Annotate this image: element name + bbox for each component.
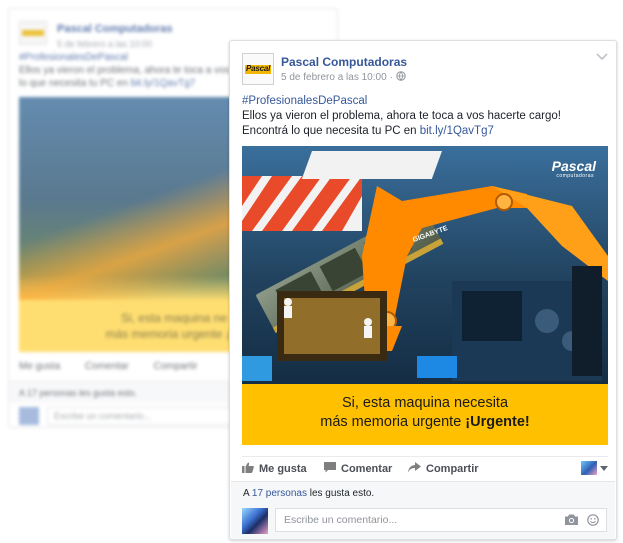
- thumbs-up-icon: [242, 462, 254, 476]
- comment-composer: [231, 505, 615, 539]
- background-avatar: [19, 407, 39, 425]
- comment-box: [275, 508, 607, 532]
- comment-bubble-icon: [324, 462, 336, 476]
- comment-input[interactable]: [276, 509, 562, 531]
- image-brand-logo: Pascal: [551, 158, 596, 174]
- post-timestamp[interactable]: 5 de febrero a las 10:00 ·: [281, 71, 406, 84]
- likes-suffix: les gusta esto.: [306, 488, 375, 499]
- post-options-chevron-icon[interactable]: [596, 53, 608, 63]
- background-page-name: Pascal Computadoras: [57, 23, 173, 35]
- caret-down-icon: [600, 462, 608, 474]
- share-arrow-icon: [408, 462, 421, 476]
- user-avatar[interactable]: [242, 508, 268, 534]
- post-as-avatar: [581, 461, 597, 475]
- caption-line2: más memoria urgente ¡Urgente!: [242, 413, 608, 432]
- hashtag-link[interactable]: #ProfesionalesDePascal: [242, 94, 608, 109]
- separator-dot: ·: [389, 72, 393, 83]
- background-page-logo: [19, 21, 47, 45]
- page-logo[interactable]: Pascal: [242, 53, 274, 85]
- background-post-date: 5 de febrero a las 10:00: [57, 39, 153, 49]
- likes-summary: A 17 personas les gusta esto.: [231, 481, 615, 505]
- background-share: Compartir: [153, 361, 198, 372]
- logo-text: Pascal: [246, 64, 271, 73]
- background-like: Me gusta: [19, 361, 61, 372]
- share-label: Compartir: [426, 463, 479, 475]
- page-name-link[interactable]: Pascal Computadoras: [281, 55, 407, 69]
- share-button[interactable]: Compartir: [408, 462, 479, 476]
- image-caption: Si, esta maquina necesita más memoria ur…: [242, 384, 608, 445]
- caption-line2-text: más memoria urgente: [320, 414, 466, 430]
- like-button[interactable]: Me gusta: [242, 462, 307, 476]
- caption-emphasis: ¡Urgente!: [465, 414, 530, 430]
- comment-button[interactable]: Comentar: [324, 462, 392, 476]
- image-brand-subtitle: computadoras: [556, 173, 594, 179]
- likes-count-link[interactable]: 17 personas: [252, 488, 307, 499]
- post-card: Pascal Pascal Computadoras 5 de febrero …: [229, 40, 617, 540]
- emoji-icon[interactable]: [587, 514, 599, 529]
- globe-icon: [396, 71, 406, 84]
- like-label: Me gusta: [259, 463, 307, 475]
- camera-icon[interactable]: [565, 514, 578, 528]
- post-message: #ProfesionalesDePascal Ellos ya vieron e…: [242, 94, 608, 139]
- post-as-selector[interactable]: [581, 461, 608, 475]
- background-text-line2-text: lo que necesita tu PC en: [19, 78, 131, 89]
- post-url-link[interactable]: bit.ly/1QavTg7: [420, 125, 494, 137]
- background-comment: Comentar: [84, 361, 129, 372]
- post-image[interactable]: Pascal computadoras GIGABYTE Si, esta ma…: [242, 146, 608, 445]
- post-body-text: Ellos ya vieron el problema, ahora te to…: [242, 110, 561, 137]
- comment-label: Comentar: [341, 463, 393, 475]
- caption-line1: Si, esta maquina necesita: [341, 395, 509, 411]
- likes-prefix: A: [243, 488, 252, 499]
- post-date-text: 5 de febrero a las 10:00: [281, 72, 387, 83]
- background-link: bit.ly/1QavTg7: [130, 78, 196, 89]
- post-actions-bar: Me gusta Comentar Compartir: [242, 456, 608, 478]
